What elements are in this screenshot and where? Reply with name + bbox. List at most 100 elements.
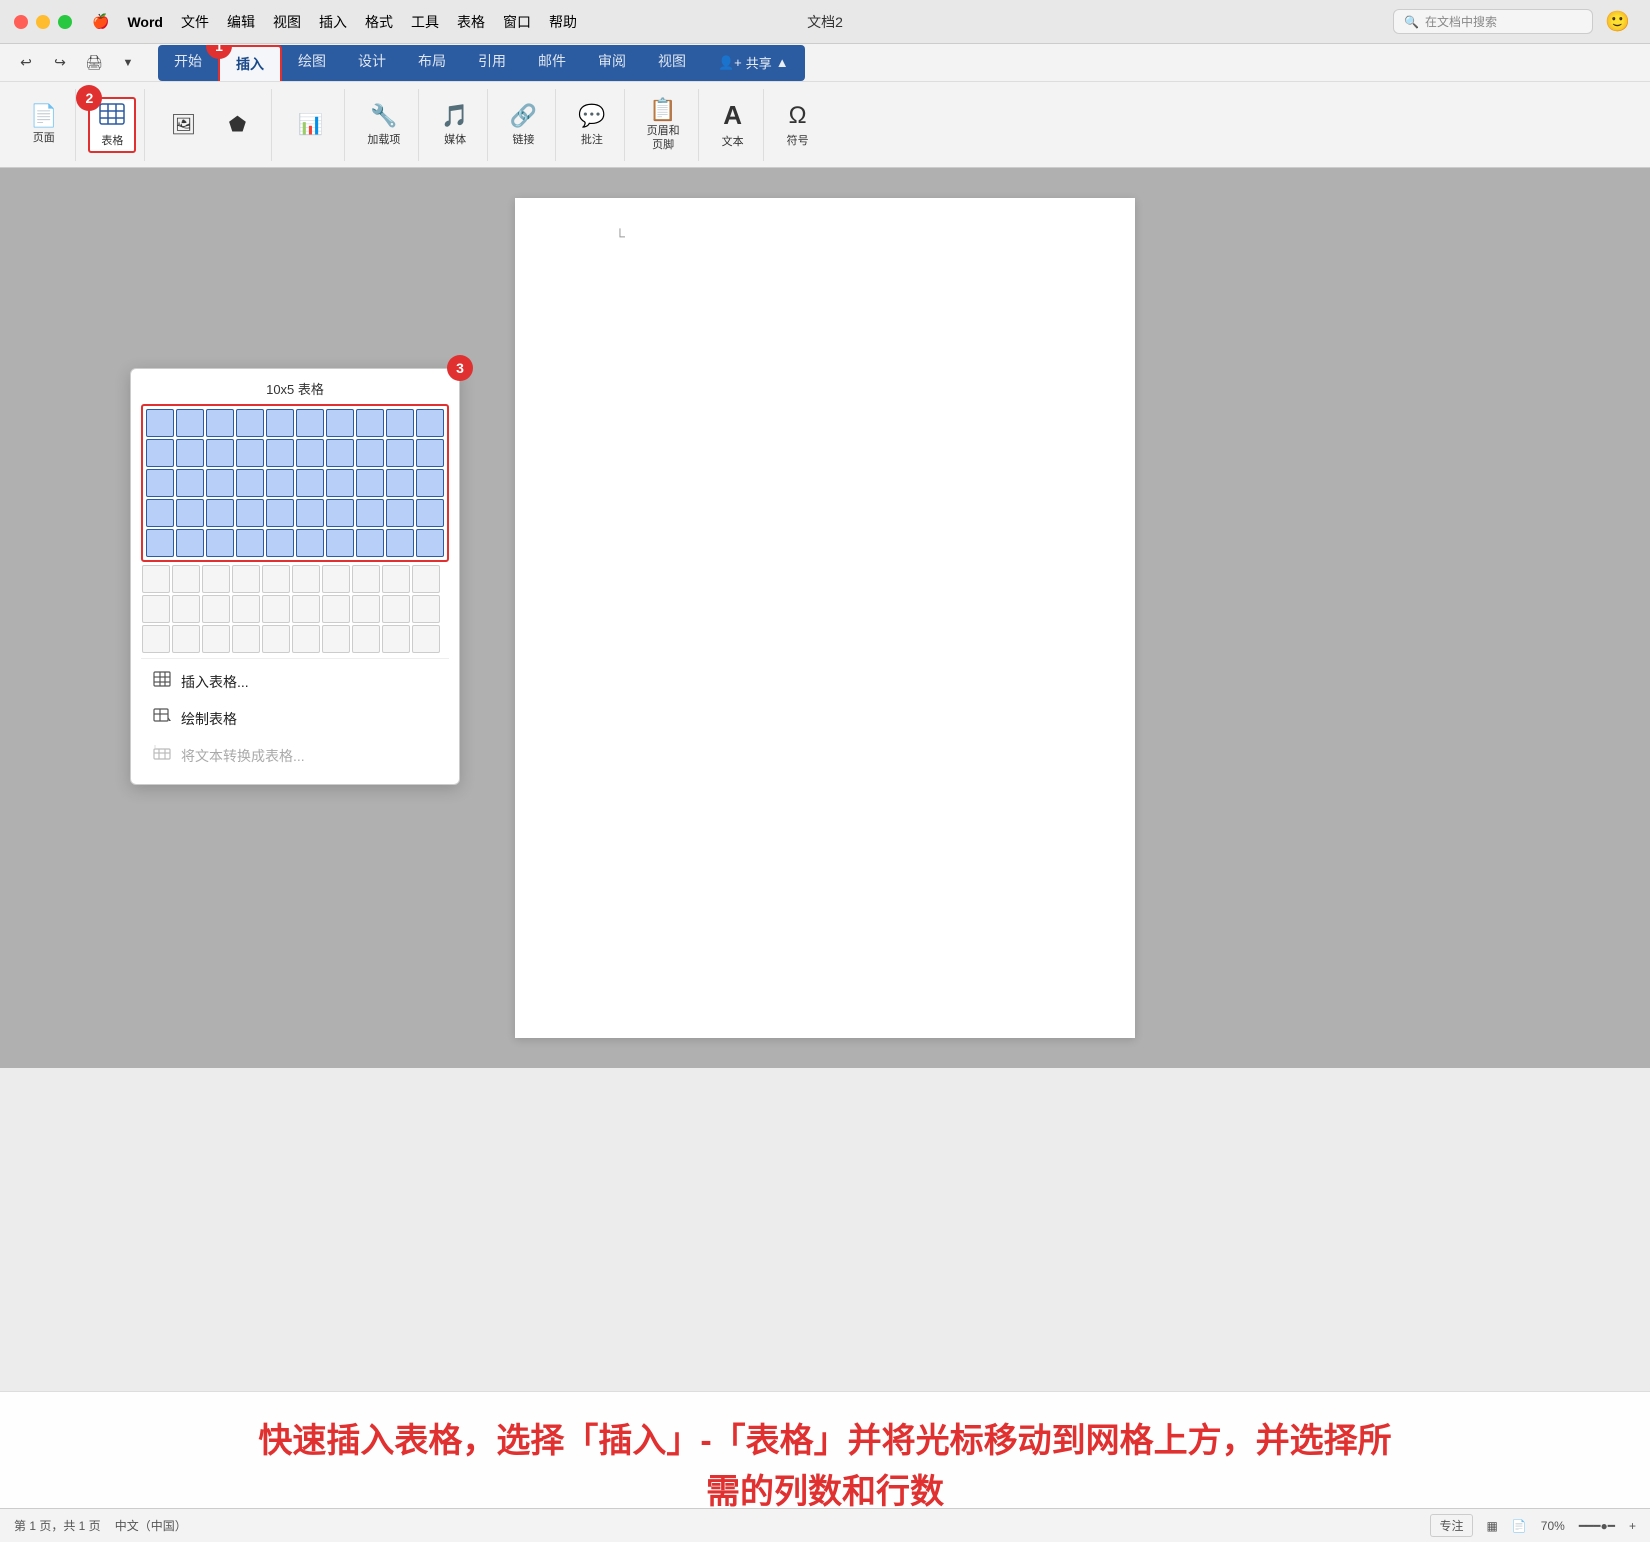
tab-insert[interactable]: 插入 1	[218, 45, 282, 81]
grid-cell[interactable]	[296, 409, 324, 437]
tab-draw[interactable]: 绘图	[282, 45, 342, 81]
tab-layout[interactable]: 布局	[402, 45, 462, 81]
zoom-in-button[interactable]: +	[1629, 1519, 1636, 1533]
grid-cell[interactable]	[326, 469, 354, 497]
menu-table[interactable]: 表格	[457, 12, 485, 32]
grid-cell[interactable]	[206, 529, 234, 557]
grid-cell[interactable]	[262, 625, 290, 653]
grid-cell[interactable]	[146, 409, 174, 437]
grid-cell[interactable]	[202, 565, 230, 593]
insert-table-menu-item[interactable]: 插入表格...	[141, 663, 449, 700]
grid-cell[interactable]	[296, 499, 324, 527]
grid-cell[interactable]	[416, 469, 444, 497]
grid-cell[interactable]	[412, 595, 440, 623]
grid-cell[interactable]	[176, 409, 204, 437]
grid-cell[interactable]	[416, 499, 444, 527]
grid-cell[interactable]	[296, 469, 324, 497]
grid-cell[interactable]	[292, 625, 320, 653]
grid-cell[interactable]	[206, 469, 234, 497]
grid-cell[interactable]	[172, 565, 200, 593]
menu-edit[interactable]: 编辑	[227, 12, 255, 32]
grid-cell[interactable]	[266, 439, 294, 467]
grid-cell[interactable]	[236, 469, 264, 497]
tab-review[interactable]: 审阅	[582, 45, 642, 81]
grid-cell[interactable]	[296, 439, 324, 467]
grid-cell[interactable]	[236, 499, 264, 527]
grid-cell[interactable]	[146, 439, 174, 467]
grid-cell[interactable]	[172, 595, 200, 623]
undo-button[interactable]: ↩	[12, 49, 40, 77]
search-box[interactable]: 🔍 在文档中搜索	[1393, 9, 1593, 34]
grid-cell[interactable]	[142, 565, 170, 593]
grid-cell[interactable]	[326, 439, 354, 467]
page-button[interactable]: 📄 页面	[20, 97, 67, 153]
grid-cell[interactable]	[176, 499, 204, 527]
grid-cell[interactable]	[326, 499, 354, 527]
grid-cell[interactable]	[322, 625, 350, 653]
grid-cell[interactable]	[206, 499, 234, 527]
grid-cell[interactable]	[352, 595, 380, 623]
grid-cell[interactable]	[236, 409, 264, 437]
grid-cell[interactable]	[386, 409, 414, 437]
link-button[interactable]: 🔗 链接	[500, 97, 547, 153]
grid-cell[interactable]	[176, 469, 204, 497]
app-name[interactable]: Word	[127, 14, 163, 30]
grid-cell[interactable]	[382, 565, 410, 593]
grid-cell[interactable]	[296, 529, 324, 557]
grid-cell[interactable]	[356, 469, 384, 497]
grid-cell[interactable]	[266, 469, 294, 497]
grid-cell[interactable]	[142, 625, 170, 653]
media-button[interactable]: 🎵 媒体	[431, 97, 478, 153]
grid-cell[interactable]	[176, 439, 204, 467]
grid-cell[interactable]	[236, 529, 264, 557]
grid-cell[interactable]	[322, 595, 350, 623]
grid-cell[interactable]	[386, 439, 414, 467]
grid-cell[interactable]	[382, 595, 410, 623]
grid-cell[interactable]	[266, 409, 294, 437]
grid-cell[interactable]	[386, 469, 414, 497]
grid-cell[interactable]	[142, 595, 170, 623]
grid-cell[interactable]	[262, 595, 290, 623]
shapes-button[interactable]: ⬟	[211, 99, 263, 151]
grid-cell[interactable]	[326, 529, 354, 557]
grid-cell[interactable]	[232, 625, 260, 653]
grid-cell[interactable]	[292, 565, 320, 593]
grid-cell[interactable]	[386, 529, 414, 557]
grid-cell[interactable]	[356, 439, 384, 467]
maximize-button[interactable]	[58, 15, 72, 29]
menu-tools[interactable]: 工具	[411, 12, 439, 32]
symbol-button[interactable]: Ω 符号	[776, 97, 820, 153]
grid-cell[interactable]	[356, 529, 384, 557]
grid-cell[interactable]	[206, 409, 234, 437]
table-button[interactable]: 2 表格	[88, 97, 136, 153]
grid-cell[interactable]	[262, 565, 290, 593]
menu-view[interactable]: 视图	[273, 12, 301, 32]
grid-cell[interactable]	[416, 439, 444, 467]
grid-cell[interactable]	[352, 565, 380, 593]
grid-cell[interactable]	[322, 565, 350, 593]
tab-references[interactable]: 引用	[462, 45, 522, 81]
zoom-slider[interactable]: ━━━●━	[1579, 1519, 1615, 1533]
close-button[interactable]	[14, 15, 28, 29]
grid-cell[interactable]	[382, 625, 410, 653]
grid-cell[interactable]	[202, 595, 230, 623]
tab-mailings[interactable]: 邮件	[522, 45, 582, 81]
grid-cell[interactable]	[292, 595, 320, 623]
grid-cell[interactable]	[232, 565, 260, 593]
minimize-button[interactable]	[36, 15, 50, 29]
grid-cell[interactable]	[412, 625, 440, 653]
grid-cell[interactable]	[356, 409, 384, 437]
grid-cell[interactable]	[202, 625, 230, 653]
image-button[interactable]: 🖼	[157, 99, 209, 151]
grid-cell[interactable]	[356, 499, 384, 527]
grid-cell[interactable]	[266, 529, 294, 557]
grid-cell[interactable]	[146, 529, 174, 557]
headerfooter-button[interactable]: 📋 页眉和页脚	[637, 97, 690, 153]
addins-button[interactable]: 🔧 加载项	[357, 97, 410, 153]
menu-format[interactable]: 格式	[365, 12, 393, 32]
save-button[interactable]: ▼	[114, 49, 142, 77]
menu-file[interactable]: 文件	[181, 12, 209, 32]
grid-cell[interactable]	[416, 529, 444, 557]
tab-design[interactable]: 设计	[342, 45, 402, 81]
grid-cell[interactable]	[232, 595, 260, 623]
